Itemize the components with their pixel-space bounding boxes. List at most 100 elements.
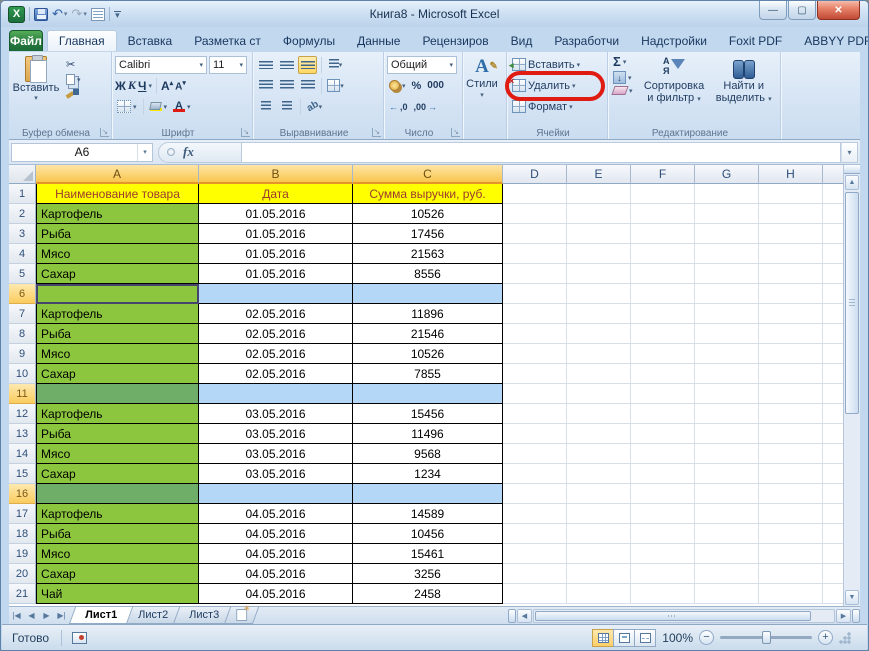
- shrink-font-button[interactable]: А▾: [175, 79, 186, 92]
- cell-D18[interactable]: [503, 524, 567, 544]
- cell-A2[interactable]: Картофель: [36, 204, 199, 224]
- undo-button[interactable]: ↶▾: [52, 6, 67, 22]
- cell-H11[interactable]: [759, 384, 823, 404]
- row-header-15[interactable]: 15: [9, 464, 36, 484]
- cell-E7[interactable]: [567, 304, 631, 324]
- cell-D16[interactable]: [503, 484, 567, 504]
- row-header-5[interactable]: 5: [9, 264, 36, 284]
- cell-E17[interactable]: [567, 504, 631, 524]
- clear-button[interactable]: ▾: [611, 86, 638, 95]
- cell-B5[interactable]: 01.05.2016: [199, 264, 353, 284]
- cell-C15[interactable]: 1234: [353, 464, 503, 484]
- cell-E21[interactable]: [567, 584, 631, 604]
- column-header-E[interactable]: E: [567, 165, 631, 184]
- format-painter-button[interactable]: [64, 88, 83, 99]
- cell-D14[interactable]: [503, 444, 567, 464]
- horizontal-split-handle[interactable]: [508, 609, 516, 623]
- next-sheet-button[interactable]: ▶: [39, 608, 54, 623]
- cell-E16[interactable]: [567, 484, 631, 504]
- font-size-combo[interactable]: 11▾: [209, 56, 247, 74]
- vertical-split-handle[interactable]: [844, 165, 860, 174]
- ribbon-tab-Надстройки[interactable]: Надстройки: [630, 30, 718, 51]
- ribbon-tab-Foxit PDF[interactable]: Foxit PDF: [718, 30, 793, 51]
- cell-G17[interactable]: [695, 504, 759, 524]
- page-layout-view-button[interactable]: [613, 629, 635, 647]
- font-family-combo[interactable]: Calibri▾: [115, 56, 207, 74]
- zoom-in-button[interactable]: +: [818, 630, 833, 645]
- cell-B13[interactable]: 03.05.2016: [199, 424, 353, 444]
- zoom-out-button[interactable]: −: [699, 630, 714, 645]
- row-header-8[interactable]: 8: [9, 324, 36, 344]
- column-header-C[interactable]: C: [353, 165, 503, 184]
- cell-B17[interactable]: 04.05.2016: [199, 504, 353, 524]
- vertical-scroll-thumb[interactable]: [845, 192, 859, 414]
- cell-C3[interactable]: 17456: [353, 224, 503, 244]
- row-header-11[interactable]: 11: [9, 384, 36, 404]
- cell-B6[interactable]: [199, 284, 353, 304]
- ribbon-tab-Вид[interactable]: Вид: [500, 30, 544, 51]
- cell-B12[interactable]: 03.05.2016: [199, 404, 353, 424]
- cell-G19[interactable]: [695, 544, 759, 564]
- cell-A7[interactable]: Картофель: [36, 304, 199, 324]
- cell-D6[interactable]: [503, 284, 567, 304]
- decrease-indent-button[interactable]: [256, 98, 275, 116]
- cell-H3[interactable]: [759, 224, 823, 244]
- row-header-1[interactable]: 1: [9, 184, 36, 204]
- cell-G4[interactable]: [695, 244, 759, 264]
- row-header-4[interactable]: 4: [9, 244, 36, 264]
- cell-E2[interactable]: [567, 204, 631, 224]
- sheet-tab-Лист1[interactable]: Лист1: [69, 607, 133, 624]
- cell-D12[interactable]: [503, 404, 567, 424]
- cell-G12[interactable]: [695, 404, 759, 424]
- underline-dropdown[interactable]: ▾: [148, 82, 152, 90]
- ribbon-tab-Рецензиров[interactable]: Рецензиров: [411, 30, 499, 51]
- cell-H5[interactable]: [759, 264, 823, 284]
- cell-G14[interactable]: [695, 444, 759, 464]
- increase-indent-button[interactable]: [277, 98, 296, 116]
- cell-B11[interactable]: [199, 384, 353, 404]
- cell-H16[interactable]: [759, 484, 823, 504]
- zoom-level[interactable]: 100%: [662, 631, 693, 645]
- cell-F21[interactable]: [631, 584, 695, 604]
- cell-F3[interactable]: [631, 224, 695, 244]
- column-header-D[interactable]: D: [503, 165, 567, 184]
- dialog-launcher-icon[interactable]: ↘: [241, 128, 250, 137]
- cell-G3[interactable]: [695, 224, 759, 244]
- scroll-up-button[interactable]: ▲: [845, 175, 859, 190]
- cell-A3[interactable]: Рыба: [36, 224, 199, 244]
- cell-G2[interactable]: [695, 204, 759, 224]
- cell-D7[interactable]: [503, 304, 567, 324]
- qat-customize-button[interactable]: ▾: [114, 11, 121, 18]
- ribbon-tab-Главная[interactable]: Главная: [47, 30, 117, 51]
- file-tab[interactable]: Файл: [9, 30, 43, 51]
- cell-B8[interactable]: 02.05.2016: [199, 324, 353, 344]
- cell-H6[interactable]: [759, 284, 823, 304]
- cell-H9[interactable]: [759, 344, 823, 364]
- cell-F5[interactable]: [631, 264, 695, 284]
- cell-F9[interactable]: [631, 344, 695, 364]
- cell-F8[interactable]: [631, 324, 695, 344]
- cell-A15[interactable]: Сахар: [36, 464, 199, 484]
- cell-C13[interactable]: 11496: [353, 424, 503, 444]
- number-format-combo[interactable]: Общий▾: [387, 56, 457, 74]
- cell-E14[interactable]: [567, 444, 631, 464]
- cell-G6[interactable]: [695, 284, 759, 304]
- delete-cells-button[interactable]: ×Удалить▾: [510, 79, 578, 92]
- cell-A4[interactable]: Мясо: [36, 244, 199, 264]
- row-header-17[interactable]: 17: [9, 504, 36, 524]
- styles-button[interactable]: А Стили ▾: [466, 54, 498, 99]
- cell-A5[interactable]: Сахар: [36, 264, 199, 284]
- cell-C8[interactable]: 21546: [353, 324, 503, 344]
- cell-F19[interactable]: [631, 544, 695, 564]
- align-top-button[interactable]: [256, 56, 275, 74]
- cell-B9[interactable]: 02.05.2016: [199, 344, 353, 364]
- align-middle-button[interactable]: [277, 56, 296, 74]
- ribbon-tab-Данные[interactable]: Данные: [346, 30, 411, 51]
- cell-A12[interactable]: Картофель: [36, 404, 199, 424]
- cell-E3[interactable]: [567, 224, 631, 244]
- row-header-9[interactable]: 9: [9, 344, 36, 364]
- redo-button[interactable]: ↷▾: [71, 6, 86, 22]
- cell-E19[interactable]: [567, 544, 631, 564]
- maximize-button[interactable]: ▢: [788, 1, 816, 20]
- cell-G18[interactable]: [695, 524, 759, 544]
